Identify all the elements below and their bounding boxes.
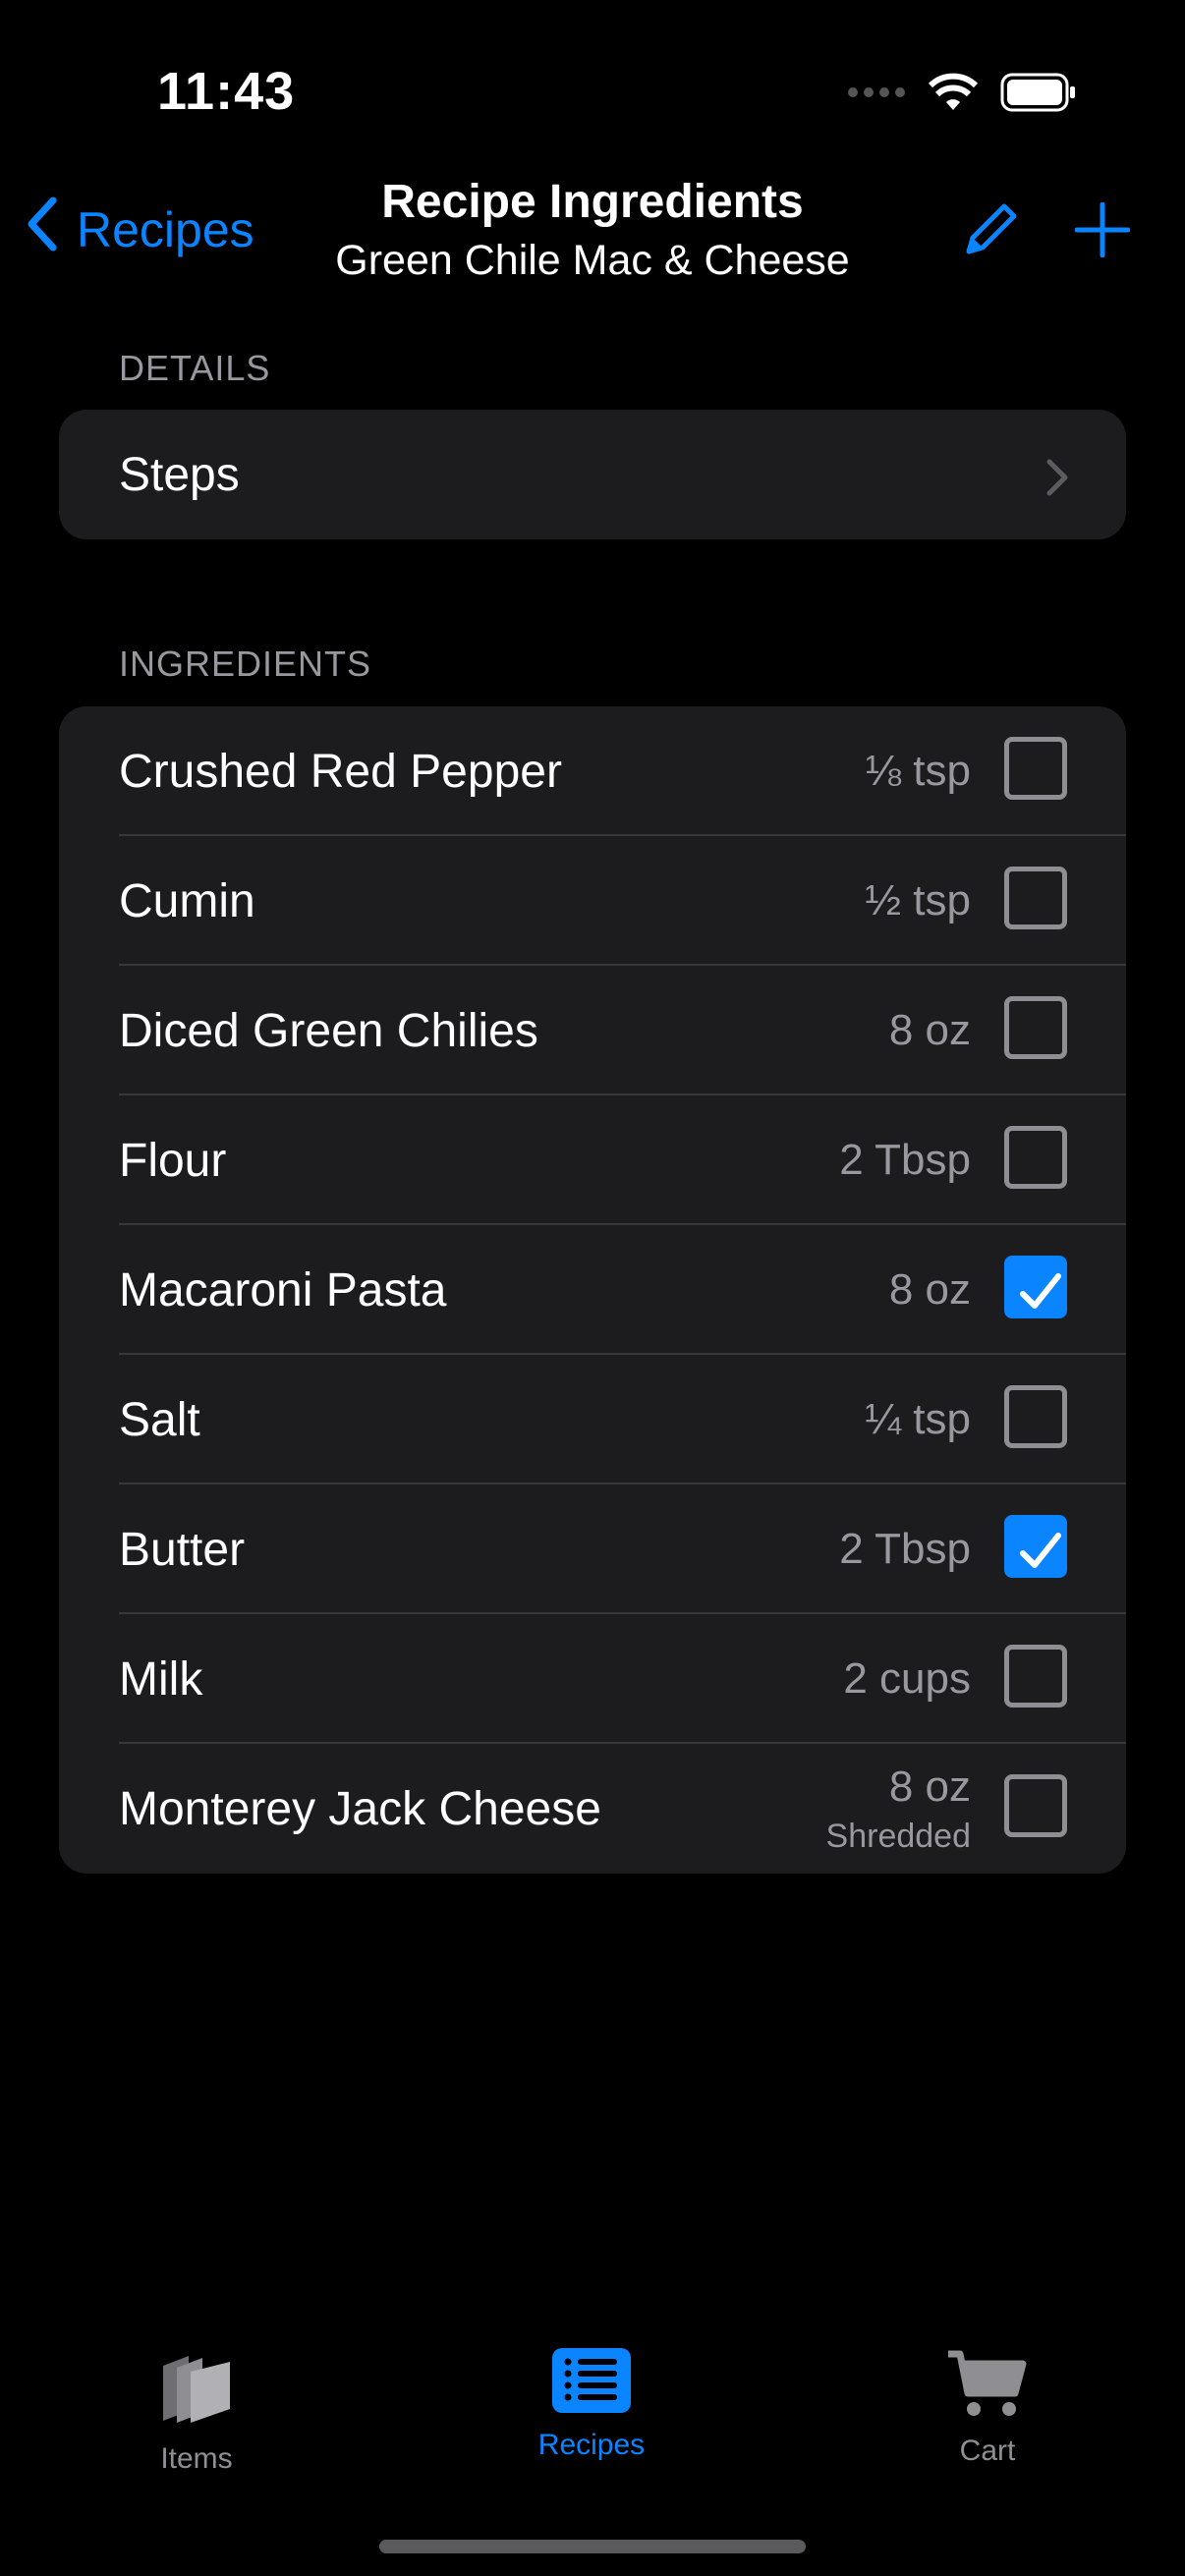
tab-recipes-label: Recipes (537, 2429, 646, 2461)
ingredients-section-header: INGREDIENTS (119, 644, 372, 684)
ingredient-quantity-group: ⅛ tsp (865, 747, 971, 796)
add-button[interactable] (1074, 201, 1131, 262)
ingredient-quantity: 2 Tbsp (839, 1136, 971, 1184)
status-bar: 11:43 (0, 0, 1185, 187)
ingredient-quantity-group: 2 Tbsp (839, 1136, 971, 1185)
ingredient-quantity-group: 8 oz Shredded (826, 1763, 971, 1856)
chevron-right-icon (1045, 455, 1069, 509)
stack-icon (159, 2356, 234, 2434)
ingredient-name: Flour (119, 1134, 227, 1187)
ingredient-name: Cumin (119, 874, 255, 927)
checkbox-unchecked[interactable] (1004, 737, 1067, 800)
ingredient-name: Butter (119, 1523, 246, 1576)
status-time: 11:43 (157, 62, 296, 121)
ingredient-quantity-group: 2 cups (843, 1654, 971, 1704)
plus-icon (1074, 201, 1131, 261)
status-icons (847, 73, 1077, 117)
tab-cart[interactable]: Cart (889, 2348, 1086, 2468)
ingredient-quantity-group: ¼ tsp (865, 1395, 971, 1444)
wifi-icon (928, 73, 979, 117)
home-indicator (379, 2540, 806, 2553)
ingredient-quantity-group: ½ tsp (865, 876, 971, 925)
ingredient-quantity: 8 oz (888, 1762, 971, 1811)
tab-recipes[interactable]: Recipes (493, 2348, 690, 2462)
ingredient-name: Milk (119, 1652, 203, 1706)
ingredient-quantity: ¼ tsp (865, 1395, 971, 1443)
ingredient-row[interactable]: Macaroni Pasta 8 oz (59, 1225, 1126, 1355)
pencil-icon (961, 203, 1020, 263)
tab-bar: Items Recipes Cart (0, 2319, 1185, 2576)
checkbox-checked[interactable] (1004, 1256, 1067, 1318)
steps-label: Steps (119, 448, 240, 501)
ingredient-quantity: ½ tsp (865, 876, 971, 924)
checkbox-unchecked[interactable] (1004, 1385, 1067, 1448)
ingredient-name: Crushed Red Pepper (119, 745, 562, 798)
checkbox-unchecked[interactable] (1004, 1126, 1067, 1189)
battery-icon (1000, 73, 1077, 117)
cart-icon (946, 2350, 1029, 2426)
checkbox-unchecked[interactable] (1004, 1774, 1067, 1837)
checkmark-icon (1020, 1273, 1061, 1309)
ingredient-name: Monterey Jack Cheese (119, 1782, 601, 1835)
ingredient-row[interactable]: Diced Green Chilies 8 oz (59, 966, 1126, 1095)
ingredient-quantity-group: 2 Tbsp (839, 1525, 971, 1574)
checkbox-unchecked[interactable] (1004, 996, 1067, 1059)
checkbox-unchecked[interactable] (1004, 1645, 1067, 1708)
ingredient-name: Salt (119, 1393, 200, 1446)
ingredient-row[interactable]: Butter 2 Tbsp (59, 1484, 1126, 1614)
tab-cart-label: Cart (959, 2435, 1016, 2467)
ingredient-quantity-group: 8 oz (889, 1265, 971, 1315)
ingredient-row[interactable]: Monterey Jack Cheese 8 oz Shredded (59, 1744, 1126, 1874)
steps-row[interactable]: Steps (59, 410, 1126, 539)
checkbox-unchecked[interactable] (1004, 867, 1067, 929)
ingredient-quantity-group: 8 oz (889, 1006, 971, 1055)
ingredient-quantity: 2 cups (843, 1654, 971, 1703)
ingredient-note: Shredded (825, 1817, 971, 1855)
cellular-signal-icon (847, 85, 906, 104)
ingredient-row[interactable]: Milk 2 cups (59, 1614, 1126, 1744)
ingredient-name: Macaroni Pasta (119, 1263, 447, 1316)
checkmark-icon (1020, 1533, 1061, 1568)
edit-button[interactable] (961, 200, 1020, 264)
tab-items[interactable]: Items (98, 2348, 295, 2476)
ingredient-row[interactable]: Cumin ½ tsp (59, 836, 1126, 966)
ingredient-quantity: 8 oz (888, 1265, 971, 1314)
details-card: Steps (59, 410, 1126, 539)
details-section-header: DETAILS (119, 348, 271, 388)
navigation-bar: Recipes Recipe Ingredients Green Chile M… (0, 167, 1185, 305)
ingredients-card: Crushed Red Pepper ⅛ tsp Cumin ½ tsp Diced G… (59, 706, 1126, 1874)
ingredient-row[interactable]: Flour 2 Tbsp (59, 1095, 1126, 1225)
ingredient-quantity: 8 oz (888, 1006, 971, 1054)
ingredient-quantity: 2 Tbsp (839, 1525, 971, 1573)
list-icon (552, 2348, 631, 2420)
ingredient-name: Diced Green Chilies (119, 1004, 538, 1057)
checkbox-checked[interactable] (1004, 1515, 1067, 1578)
ingredient-row[interactable]: Crushed Red Pepper ⅛ tsp (59, 706, 1126, 836)
ingredient-quantity: ⅛ tsp (865, 747, 971, 795)
tab-items-label: Items (160, 2442, 233, 2475)
ingredient-row[interactable]: Salt ¼ tsp (59, 1355, 1126, 1484)
